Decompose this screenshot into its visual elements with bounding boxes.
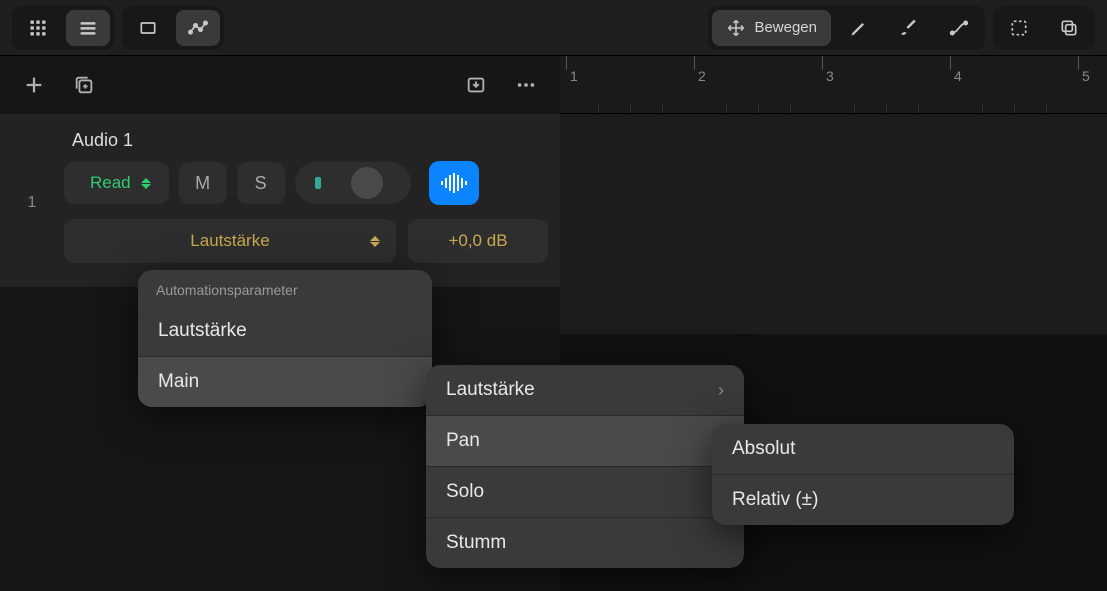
menu-item[interactable]: Solo bbox=[426, 467, 744, 517]
menu-item[interactable]: Lautstärke › bbox=[426, 365, 744, 415]
menu-item-label: Stumm bbox=[446, 532, 506, 554]
read-label: Read bbox=[90, 173, 131, 193]
move-tool-button[interactable]: Bewegen bbox=[712, 10, 831, 46]
main-submenu: Lautstärke › Pan Solo Stumm bbox=[426, 365, 744, 568]
grid-view-button[interactable] bbox=[16, 10, 60, 46]
clipboard-group bbox=[993, 6, 1095, 50]
automation-mode-button[interactable] bbox=[176, 10, 220, 46]
track-list-header bbox=[0, 56, 560, 114]
menu-item[interactable]: Absolut bbox=[712, 424, 1014, 474]
parameter-name: Lautstärke bbox=[190, 231, 269, 251]
track-content: Audio 1 Read M S bbox=[64, 126, 548, 263]
updown-icon bbox=[141, 178, 151, 189]
parameter-value[interactable]: +0,0 dB bbox=[408, 219, 548, 263]
menu-item[interactable]: Main bbox=[138, 357, 432, 407]
menu-item-label: Absolut bbox=[732, 438, 795, 460]
menu-item-label: Lautstärke bbox=[158, 320, 247, 342]
menu-item-label: Lautstärke bbox=[446, 379, 535, 401]
pencil-tool-button[interactable] bbox=[837, 10, 881, 46]
select-region-button[interactable] bbox=[997, 10, 1041, 46]
duplicate-track-button[interactable] bbox=[68, 69, 100, 101]
list-view-button[interactable] bbox=[66, 10, 110, 46]
import-button[interactable] bbox=[460, 69, 492, 101]
waveform-button[interactable] bbox=[429, 161, 479, 205]
top-toolbar: Bewegen bbox=[0, 0, 1107, 56]
slider-knob[interactable] bbox=[351, 167, 383, 199]
volume-slider[interactable] bbox=[295, 162, 411, 204]
menu-item[interactable]: Pan bbox=[426, 416, 744, 466]
track-name[interactable]: Audio 1 bbox=[64, 126, 548, 161]
updown-icon bbox=[370, 236, 380, 247]
mode-group bbox=[122, 6, 224, 50]
solo-button[interactable]: S bbox=[237, 162, 285, 204]
menu-item-label: Main bbox=[158, 371, 199, 393]
add-track-button[interactable] bbox=[18, 69, 50, 101]
menu-item-label: Relativ (±) bbox=[732, 489, 818, 511]
tool-group: Bewegen bbox=[708, 6, 985, 50]
move-tool-label: Bewegen bbox=[754, 19, 817, 36]
ruler-label: 4 bbox=[954, 68, 962, 84]
pan-submenu: Absolut Relativ (±) bbox=[712, 424, 1014, 525]
timeline-body[interactable] bbox=[560, 114, 1107, 334]
menu-item-label: Solo bbox=[446, 481, 484, 503]
menu-item[interactable]: Stumm bbox=[426, 518, 744, 568]
automation-parameter-menu: Automationsparameter Lautstärke Main bbox=[138, 270, 432, 407]
ruler-label: 3 bbox=[826, 68, 834, 84]
ruler[interactable]: 1 2 3 4 5 bbox=[560, 56, 1107, 114]
track-controls: Read M S bbox=[64, 161, 548, 205]
chevron-right-icon: › bbox=[718, 380, 724, 401]
track-row: 1 Audio 1 Read M S bbox=[12, 126, 548, 263]
automation-read-button[interactable]: Read bbox=[64, 162, 169, 204]
rectangle-mode-button[interactable] bbox=[126, 10, 170, 46]
menu-item[interactable]: Relativ (±) bbox=[712, 475, 1014, 525]
ruler-label: 5 bbox=[1082, 68, 1090, 84]
mute-button[interactable]: M bbox=[179, 162, 227, 204]
parameter-row: Lautstärke +0,0 dB bbox=[64, 219, 548, 263]
menu-header: Automationsparameter bbox=[138, 270, 432, 306]
brush-tool-button[interactable] bbox=[887, 10, 931, 46]
slider-indicator bbox=[315, 177, 321, 189]
menu-item-label: Pan bbox=[446, 430, 480, 452]
track-area: 1 Audio 1 Read M S bbox=[0, 114, 560, 287]
copy-button[interactable] bbox=[1047, 10, 1091, 46]
menu-item[interactable]: Lautstärke bbox=[138, 306, 432, 356]
ruler-label: 1 bbox=[570, 68, 578, 84]
parameter-select[interactable]: Lautstärke bbox=[64, 219, 396, 263]
track-number: 1 bbox=[12, 126, 52, 212]
view-group bbox=[12, 6, 114, 50]
ruler-label: 2 bbox=[698, 68, 706, 84]
curve-tool-button[interactable] bbox=[937, 10, 981, 46]
more-options-button[interactable] bbox=[510, 69, 542, 101]
